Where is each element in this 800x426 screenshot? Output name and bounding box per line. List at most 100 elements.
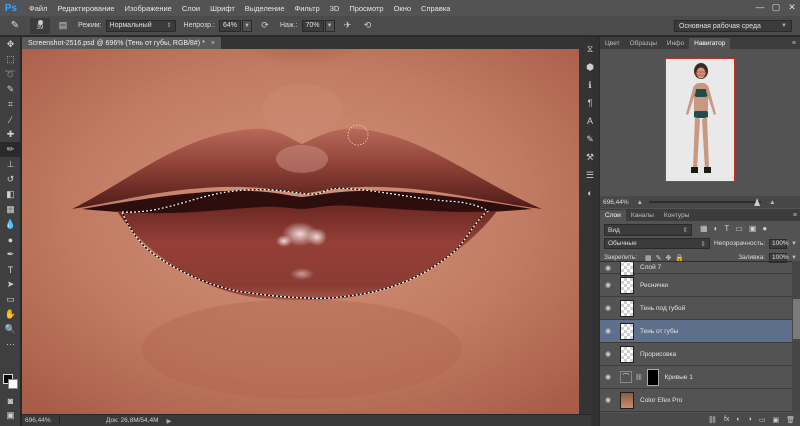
color-swatches[interactable] <box>3 374 19 390</box>
adjustment-layer-icon[interactable]: ◑ <box>748 416 752 423</box>
navigator-preview[interactable] <box>665 58 735 182</box>
menu-item[interactable]: Выделение <box>240 4 290 13</box>
opacity-dropdown-icon[interactable]: ▼ <box>241 19 252 32</box>
menu-item[interactable]: Просмотр <box>344 4 388 13</box>
panel-menu-icon[interactable]: ≡ <box>793 210 800 221</box>
layers-tab[interactable]: Контуры <box>659 210 695 221</box>
menu-item[interactable]: Редактирование <box>52 4 119 13</box>
layer-opacity-input[interactable]: 100% <box>769 238 789 249</box>
flow-dropdown-icon[interactable]: ▼ <box>324 19 335 32</box>
layer-mask-thumbnail[interactable] <box>646 368 659 386</box>
navigator-tab[interactable]: Образцы <box>625 38 662 49</box>
eye-icon[interactable]: ◉ <box>600 350 616 358</box>
filter-smart-icon[interactable]: ▣ <box>749 224 757 233</box>
character-panel-icon[interactable]: A <box>583 114 597 128</box>
layers-scrollbar-thumb[interactable] <box>793 299 800 339</box>
opacity-input[interactable]: 64% <box>218 19 241 32</box>
eye-icon[interactable]: ◉ <box>600 373 616 381</box>
navigator-zoom-slider[interactable] <box>649 198 762 206</box>
layer-style-icon[interactable]: fx <box>724 416 729 423</box>
status-zoom[interactable]: 696,44% <box>22 417 60 424</box>
eye-icon[interactable]: ◉ <box>600 396 616 404</box>
menu-item[interactable]: Шрифт <box>205 4 240 13</box>
document-tab[interactable]: Screenshot-2516.psd @ 696% (Тень от губы… <box>22 37 221 49</box>
blend-mode-select[interactable]: Обычные ⇕ <box>604 238 710 249</box>
menu-item[interactable]: Изображение <box>120 4 177 13</box>
eyedropper-tool-icon[interactable]: ⁄ <box>0 112 21 127</box>
navigator-tab[interactable]: Навигатор <box>689 38 731 49</box>
pen-tool-icon[interactable]: ✒ <box>0 247 21 262</box>
menu-item[interactable]: Файл <box>24 4 52 13</box>
layer-kind-filter-select[interactable]: Вид ⇕ <box>604 224 692 236</box>
type-tool-icon[interactable]: T <box>0 262 21 277</box>
marquee-tool-icon[interactable]: ⬚ <box>0 52 21 67</box>
clone-stamp-tool-icon[interactable]: ⊥ <box>0 157 21 172</box>
brush-tool-icon[interactable]: ✏ <box>0 142 21 157</box>
pressure-opacity-icon[interactable]: ⟳ <box>258 19 272 33</box>
navigator-zoom-value[interactable]: 696,44% <box>603 199 629 206</box>
3d-panel-icon[interactable]: ⬢ <box>583 60 597 74</box>
filter-type-icon[interactable]: T <box>724 224 729 233</box>
hand-tool-icon[interactable]: ✋ <box>0 307 21 322</box>
quick-mask-icon[interactable]: ◙ <box>0 393 21 408</box>
lasso-tool-icon[interactable]: ➰ <box>0 67 21 82</box>
filter-toggle-icon[interactable]: ● <box>762 224 767 233</box>
brush-presets-icon[interactable]: ✎ <box>583 132 597 146</box>
fill-dropdown-icon[interactable]: ▼ <box>791 255 797 261</box>
brush-size-picker[interactable]: 39 <box>30 17 50 34</box>
menu-item[interactable]: Окно <box>389 4 416 13</box>
path-selection-tool-icon[interactable]: ➤ <box>0 277 21 292</box>
adjustments-panel-icon[interactable]: ☰ <box>583 168 597 182</box>
document-canvas[interactable] <box>22 49 579 414</box>
menu-item[interactable]: Фильтр <box>290 4 325 13</box>
filter-shape-icon[interactable]: ▭ <box>735 224 743 233</box>
maximize-icon[interactable]: ▢ <box>770 1 782 13</box>
layer-row[interactable]: ◉ Тень от губы <box>600 320 792 343</box>
workspace-select[interactable]: Основная рабочая среда ▼ <box>674 20 792 32</box>
layers-scrollbar[interactable] <box>792 261 800 413</box>
pressure-size-icon[interactable]: ⟲ <box>361 19 375 33</box>
new-group-icon[interactable]: ▭ <box>759 416 766 424</box>
navigator-tab[interactable]: Цвет <box>600 38 625 49</box>
zoom-slider-handle[interactable] <box>754 198 761 206</box>
filter-adjustment-icon[interactable]: ◐ <box>714 224 719 233</box>
filter-pixel-icon[interactable]: ▦ <box>700 224 708 233</box>
new-layer-icon[interactable]: ▣ <box>772 416 779 424</box>
eye-icon[interactable]: ◉ <box>600 264 616 272</box>
status-menu-arrow-icon[interactable]: ▶ <box>166 417 171 425</box>
close-tab-icon[interactable]: × <box>211 40 215 47</box>
close-icon[interactable]: ✕ <box>786 1 798 13</box>
move-tool-icon[interactable]: ✥ <box>0 37 21 52</box>
layer-row[interactable]: ◉ Реснички <box>600 274 792 297</box>
mode-select[interactable]: Нормальный ⇕ <box>105 19 176 32</box>
tool-presets-icon[interactable]: ⚒ <box>583 150 597 164</box>
gradient-tool-icon[interactable]: ▦ <box>0 202 21 217</box>
styles-panel-icon[interactable]: ◐ <box>583 186 597 200</box>
rectangle-tool-icon[interactable]: ▭ <box>0 292 21 307</box>
eye-icon[interactable]: ◉ <box>600 327 616 335</box>
minimize-icon[interactable]: — <box>754 1 766 13</box>
quick-selection-tool-icon[interactable]: ✎ <box>0 82 21 97</box>
brush-panel-toggle-icon[interactable]: ▤ <box>56 19 70 33</box>
layer-row[interactable]: ◉ Прорисовка <box>600 343 792 366</box>
layer-row[interactable]: ◉ Слой 7 <box>600 262 792 276</box>
crop-tool-icon[interactable]: ⌗ <box>0 97 21 112</box>
properties-panel-icon[interactable]: ℹ <box>583 78 597 92</box>
menu-item[interactable]: Слои <box>177 4 205 13</box>
layers-tab[interactable]: Слои <box>600 210 626 221</box>
menu-item[interactable]: Справка <box>416 4 455 13</box>
flow-input[interactable]: 70% <box>301 19 324 32</box>
healing-brush-tool-icon[interactable]: ✚ <box>0 127 21 142</box>
screen-mode-icon[interactable]: ▣ <box>0 408 21 423</box>
background-color-swatch[interactable] <box>8 379 18 389</box>
zoom-tool-icon[interactable]: 🔍 <box>0 322 21 337</box>
opacity-dropdown-icon[interactable]: ▼ <box>791 241 797 247</box>
panel-menu-icon[interactable]: ≡ <box>792 38 800 49</box>
eraser-tool-icon[interactable]: ◧ <box>0 187 21 202</box>
eye-icon[interactable]: ◉ <box>600 304 616 312</box>
layer-row[interactable]: ◉ Тень под губой <box>600 297 792 320</box>
trash-icon[interactable]: 🗑 <box>786 416 795 424</box>
navigator-tab[interactable]: Инфо <box>662 38 689 49</box>
eye-icon[interactable]: ◉ <box>600 281 616 289</box>
blur-tool-icon[interactable]: 💧 <box>0 217 21 232</box>
